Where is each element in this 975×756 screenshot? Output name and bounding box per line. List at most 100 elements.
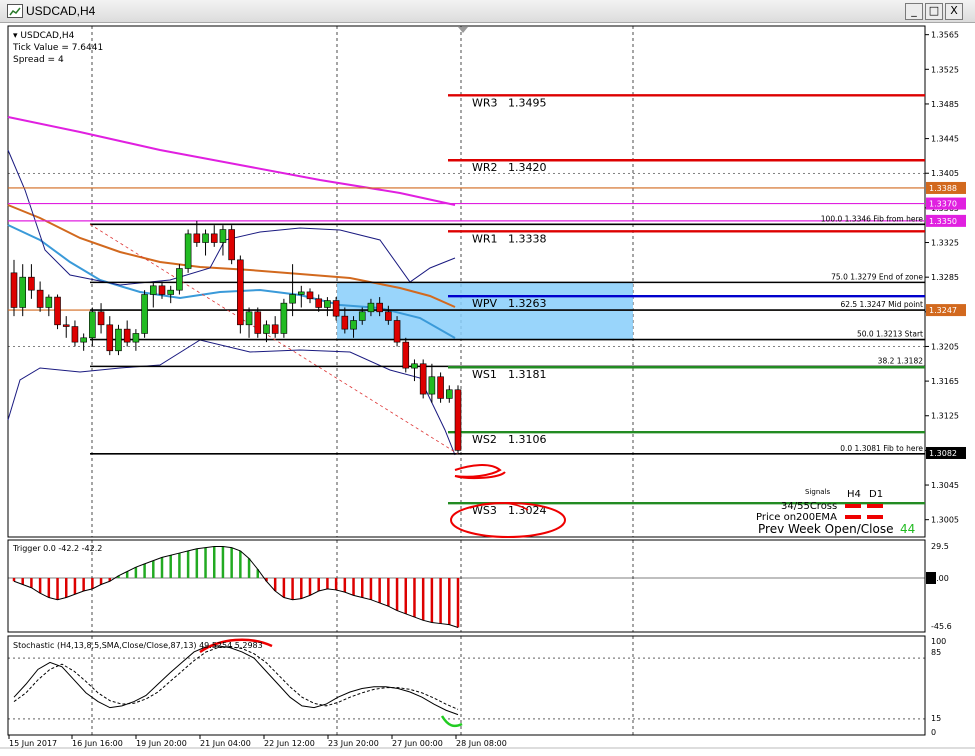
candle-body — [28, 276, 35, 291]
candle-body — [263, 324, 270, 334]
candle-body — [385, 311, 392, 321]
trigger-axis-bottom: -45.6 — [931, 622, 952, 631]
pivot-name-ws2: WS2 — [472, 433, 497, 446]
signals-h4: H4 — [847, 489, 861, 500]
signal-indicator — [867, 504, 883, 508]
price-chart[interactable]: 1.35651.35251.34851.34451.34051.33651.33… — [0, 0, 975, 756]
candle-body — [341, 315, 349, 330]
stoch-axis-85: 85 — [931, 648, 941, 657]
candle-body — [10, 272, 18, 308]
stochastic-panel — [7, 635, 926, 736]
candle-body — [106, 324, 114, 352]
candle-body — [123, 328, 131, 343]
price-tick-label: 1.3445 — [931, 135, 959, 144]
price-tick-label: 1.3405 — [931, 169, 959, 178]
signal-indicator — [845, 504, 861, 508]
price-highlight-label: 1.3247 — [929, 306, 957, 315]
time-label: 19 Jun 20:00 — [136, 739, 187, 748]
candle-body — [393, 320, 401, 343]
time-label: 28 Jun 08:00 — [456, 739, 507, 748]
candle-body — [324, 300, 331, 308]
price-tick-label: 1.3285 — [931, 273, 959, 282]
candle-body — [358, 311, 366, 321]
price-tick-label: 1.3485 — [931, 100, 959, 109]
candle-body — [210, 233, 218, 243]
candle-body — [62, 324, 70, 327]
fib-label: 38.2 1.3182 — [878, 356, 924, 365]
price-tick-label: 1.3125 — [931, 412, 959, 421]
price-highlight-label: 1.3082 — [929, 449, 957, 458]
candle-body — [411, 363, 418, 369]
candle-body — [237, 259, 244, 326]
pivot-value-wr1: 1.3338 — [508, 232, 547, 245]
candle-body — [306, 291, 314, 300]
trigger-axis-zero: 0.00 — [931, 574, 949, 583]
time-label: 15 Jun 2017 — [9, 739, 57, 748]
price-highlight-label: 1.3388 — [929, 184, 957, 193]
pivot-name-wr3: WR3 — [472, 96, 498, 109]
price-tick-label: 1.3325 — [931, 239, 959, 248]
candle-body — [428, 376, 436, 395]
time-label: 22 Jun 12:00 — [264, 739, 315, 748]
stoch-axis-0: 0 — [931, 728, 936, 737]
trigger-label: Trigger 0.0 -42.2 -42.2 — [12, 544, 102, 553]
tick-value-label: Tick Value = 7.6441 — [13, 43, 104, 53]
time-label: 27 Jun 00:00 — [392, 739, 443, 748]
candle-body — [289, 294, 296, 304]
candle-body — [271, 324, 279, 334]
spread-label: Spread = 4 — [13, 55, 64, 65]
pivot-value-ws2: 1.3106 — [508, 433, 547, 446]
candle-body — [54, 296, 61, 326]
candle-body — [36, 289, 44, 308]
candle-body — [193, 233, 201, 243]
candle-body — [280, 302, 288, 334]
symbol-label: USDCAD,H4 — [20, 31, 75, 41]
candle-body — [149, 285, 157, 295]
trigger-panel — [7, 539, 926, 633]
price-highlight-label: 1.3370 — [929, 200, 957, 209]
fib-label: 62.5 1.3247 Mid point — [840, 300, 923, 309]
time-label: 16 Jun 16:00 — [72, 739, 123, 748]
candle-body — [350, 320, 357, 330]
candle-body — [202, 233, 209, 243]
signal-prev-label: Prev Week Open/Close — [758, 522, 893, 536]
candle-body — [45, 296, 53, 308]
candle-body — [297, 291, 305, 295]
stochastic-label: Stochastic (H4,13,8,5,SMA,Close/Close,87… — [13, 641, 263, 650]
candle-body — [115, 328, 122, 352]
pivot-value-ws1: 1.3181 — [508, 368, 547, 381]
candle-body — [184, 233, 192, 269]
fib-label: 0.0 1.3081 Fib to here — [840, 444, 923, 453]
candle-body — [71, 326, 79, 343]
pivot-name-ws1: WS1 — [472, 368, 497, 381]
stoch-axis-15: 15 — [931, 714, 941, 723]
candle-body — [228, 229, 235, 261]
fib-label: 100.0 1.3346 Fib from here — [821, 214, 924, 223]
price-tick-label: 1.3565 — [931, 31, 959, 40]
signal-indicator — [845, 515, 861, 519]
price-tick-label: 1.3165 — [931, 377, 959, 386]
candle-body — [80, 337, 87, 343]
candle-body — [89, 311, 96, 339]
candle-body — [245, 311, 253, 326]
candle-body — [219, 229, 227, 243]
pivot-value-wr3: 1.3495 — [508, 96, 547, 109]
candle-body — [254, 311, 262, 334]
pivot-value-wr2: 1.3420 — [508, 161, 547, 174]
signals-d1: D1 — [869, 489, 883, 500]
candle-body — [141, 294, 148, 334]
pivot-name-wr2: WR2 — [472, 161, 498, 174]
signal-cross-label: 34/55Cross — [781, 501, 837, 512]
candle-body — [97, 311, 105, 326]
stoch-axis-100: 100 — [931, 637, 946, 646]
candle-body — [454, 389, 462, 451]
signal-indicator — [867, 515, 883, 519]
main-chart-panel — [7, 25, 926, 538]
candle-body — [445, 389, 453, 399]
price-tick-label: 1.3525 — [931, 65, 959, 74]
candle-body — [19, 276, 27, 308]
fib-label: 50.0 1.3213 Start — [857, 330, 923, 339]
time-label: 21 Jun 04:00 — [200, 739, 251, 748]
signals-title: Signals — [805, 488, 831, 496]
pivot-name-wpv: WPV — [472, 297, 498, 310]
